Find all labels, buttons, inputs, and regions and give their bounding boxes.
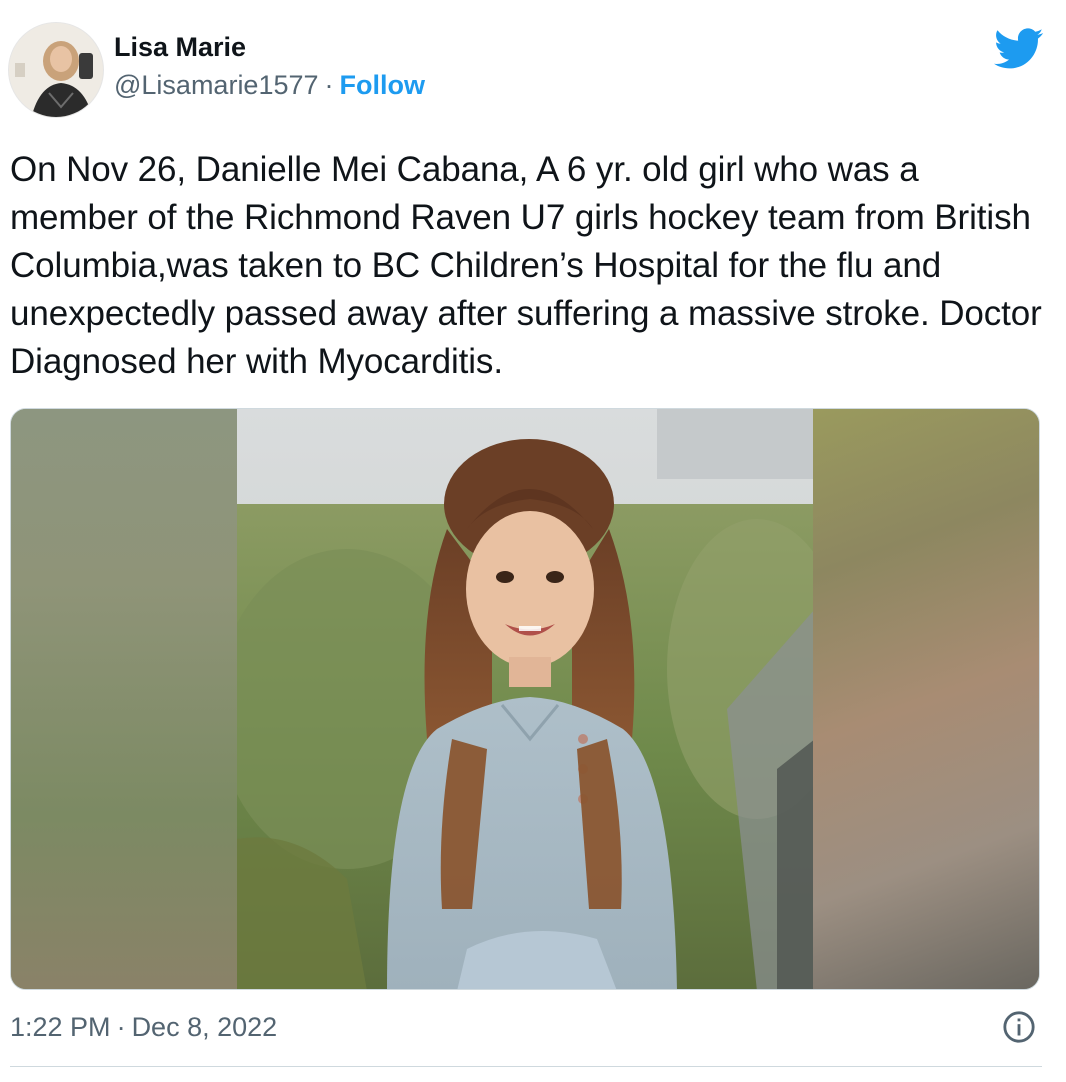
author-avatar[interactable] [8,22,104,118]
author-handle-row: @Lisamarie1577 · Follow [114,68,425,102]
tweet-timestamp[interactable]: 1:22 PM · Dec 8, 2022 [10,1010,277,1044]
media-blur-left [11,409,237,989]
footer-divider [10,1066,1042,1067]
tweet-photo[interactable] [237,409,815,989]
media-blur-right [813,409,1039,989]
follow-button[interactable]: Follow [340,68,425,102]
tweet-date: Dec 8, 2022 [131,1012,278,1042]
timestamp-separator: · [116,1012,126,1042]
tweet-header: Lisa Marie @Lisamarie1577 · Follow [8,22,425,118]
twitter-bird-icon[interactable] [994,28,1044,70]
tweet-text: On Nov 26, Danielle Mei Cabana, A 6 yr. … [10,150,1042,381]
tweet-card: Lisa Marie @Lisamarie1577 · Follow On No… [0,0,1066,1082]
photo-image [237,409,815,989]
avatar-image [9,23,103,117]
author-info: Lisa Marie @Lisamarie1577 · Follow [114,32,425,102]
info-icon[interactable] [1002,1010,1036,1044]
handle-separator: · [324,70,334,100]
tweet-time: 1:22 PM [10,1012,111,1042]
author-display-name[interactable]: Lisa Marie [114,30,425,64]
author-handle[interactable]: @Lisamarie1577 [114,68,319,102]
tweet-media[interactable] [10,408,1040,990]
